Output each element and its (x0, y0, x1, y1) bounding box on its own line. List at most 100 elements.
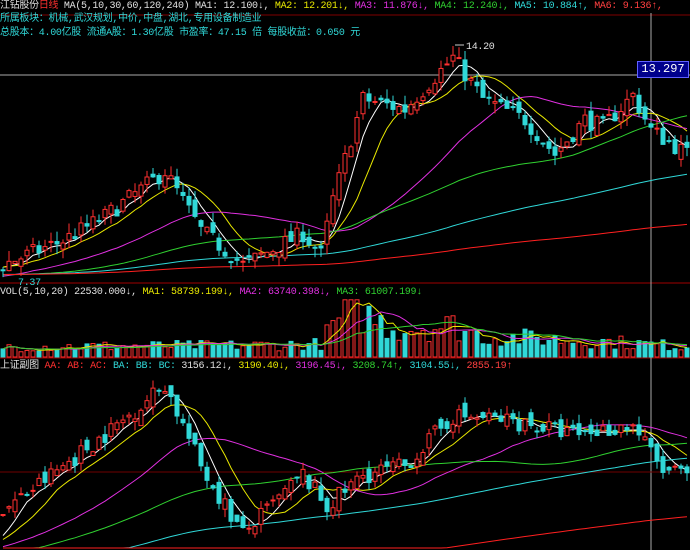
volume-bar (126, 346, 132, 358)
index-candle-body (72, 457, 78, 466)
candle-body (198, 220, 204, 227)
candle-body (642, 106, 648, 120)
candle-body (600, 116, 606, 119)
index-candle-body (186, 423, 192, 439)
volume-bar (108, 349, 114, 358)
candle-body (510, 106, 516, 109)
volume-bar (468, 329, 474, 358)
index-candle-body (336, 486, 342, 512)
candle-body (462, 59, 468, 82)
candle-body (372, 100, 378, 103)
index-candle-body (450, 423, 456, 433)
volume-bar (234, 348, 240, 358)
volume-bar (30, 350, 36, 358)
index-tag-ba: BA: (112, 361, 131, 372)
candle-body (102, 208, 108, 219)
candle-body (66, 232, 72, 241)
index-candle-body (402, 459, 408, 466)
index-candle-body (666, 466, 672, 471)
candle-body (540, 142, 546, 145)
vol-ma2: MA2: 63740.398↓, (239, 287, 331, 298)
volume-bar (210, 342, 216, 358)
index-candle-body (426, 433, 432, 449)
candle-body (90, 216, 96, 230)
volume-bar (414, 332, 420, 358)
candle-body (522, 115, 528, 126)
price-ma5-line (2, 173, 688, 275)
volume-bar (378, 315, 384, 358)
volume-bar (276, 350, 282, 358)
candle-body (552, 146, 558, 156)
stock-chart[interactable] (0, 0, 690, 550)
volume-bar (498, 345, 504, 358)
index-candle-body (306, 475, 312, 490)
index-candle-body (288, 479, 294, 493)
volume-bar (594, 345, 600, 358)
index-candle-body (312, 481, 318, 488)
candle-body (60, 242, 66, 250)
index-candle-body (348, 481, 354, 491)
candle-body (360, 92, 366, 115)
index-candle-body (618, 424, 624, 434)
ma4-value: MA4: 12.240↓, (434, 1, 509, 12)
candle-body (588, 110, 594, 131)
volume-bar (240, 345, 246, 358)
candle-body (354, 117, 360, 144)
index-candle-body (60, 465, 66, 471)
index-candle-body (174, 394, 180, 417)
volume-bar (402, 333, 408, 358)
candle-body (432, 82, 438, 95)
index-candle-body (384, 461, 390, 467)
index-candle-body (168, 385, 174, 398)
index-header: 上证副图 AA: AB: AC: BA: BB: BC: 3156.12↓, 3… (0, 360, 512, 373)
candle-body (114, 209, 120, 217)
index-candle-body (300, 468, 306, 485)
index-candle-body (90, 451, 96, 456)
index-candle-body (6, 506, 12, 509)
candle-body (54, 241, 60, 245)
volume-bar (84, 343, 90, 358)
candle-body (120, 199, 126, 212)
candle-body (558, 147, 564, 152)
candle-body (306, 236, 312, 246)
index-candle-body (330, 507, 336, 516)
volume-bar (672, 348, 678, 358)
volume-bar (360, 332, 366, 358)
candle-body (480, 79, 486, 98)
candle-body (12, 260, 18, 265)
index-candle-body (258, 507, 264, 525)
index-candle-body (498, 415, 504, 422)
candle-body (486, 96, 492, 99)
volume-bar (18, 351, 24, 358)
candle-body (324, 220, 330, 245)
volume-bar (312, 338, 318, 358)
volume-bar (342, 299, 348, 358)
candle-body (126, 190, 132, 198)
volume-bar (486, 343, 492, 358)
candle-body (24, 249, 30, 257)
candle-body (366, 93, 372, 102)
volume-bar (474, 330, 480, 358)
index-candle-body (588, 424, 594, 435)
vol-ma1: MA1: 58739.199↓, (142, 287, 235, 298)
index-candle-body (96, 436, 102, 450)
candle-body (84, 223, 90, 227)
index-candle-body (468, 416, 474, 420)
volume-bar (666, 350, 672, 358)
candle-body (78, 222, 84, 236)
index-candle-body (42, 471, 48, 483)
index-candle-body (432, 425, 438, 430)
volume-bar (540, 344, 546, 358)
index-candle-body (504, 413, 510, 427)
index-candle-body (420, 452, 426, 466)
candle-body (438, 67, 444, 83)
candle-body (210, 222, 216, 233)
index-candle-body (438, 418, 444, 429)
volume-bar (480, 343, 486, 358)
period-label[interactable]: 日线 (39, 1, 59, 12)
index-candle-body (66, 460, 72, 471)
index-tag-ac: AC: (90, 361, 108, 372)
candle-body (216, 237, 222, 251)
candle-body (468, 77, 474, 81)
index-candle-body (516, 419, 522, 432)
